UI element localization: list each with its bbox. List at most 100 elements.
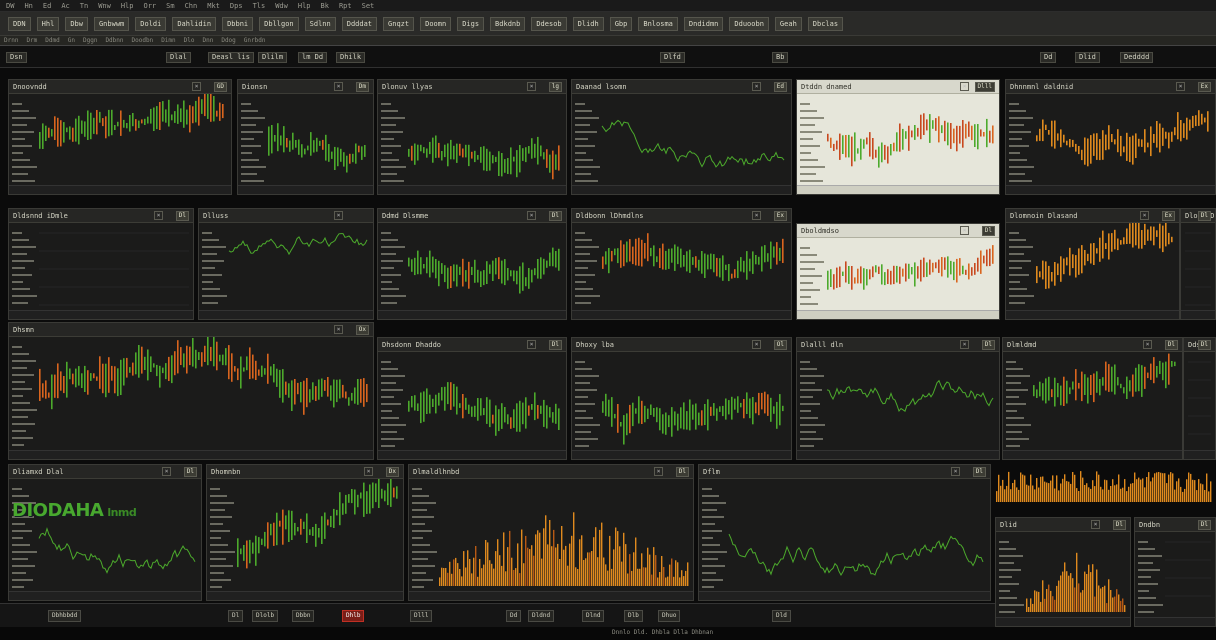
chart-panel[interactable]: Dndbn Dl [1134, 517, 1216, 627]
toolbar-button[interactable]: Dduoobn [729, 16, 769, 31]
chart-panel[interactable]: Dlid Dl × [995, 517, 1131, 627]
panel-tag-button[interactable]: Dl [548, 211, 562, 221]
price-chart[interactable] [238, 94, 373, 186]
menu-item[interactable]: Hlp [298, 2, 311, 10]
menu-item[interactable]: Hlp [121, 2, 134, 10]
toolbar-button[interactable]: Gnqzt [383, 16, 415, 31]
footer-button[interactable]: Dld [772, 610, 791, 622]
menu-item[interactable]: Sm [166, 2, 174, 10]
chart-panel[interactable]: DdsbnDl [1183, 337, 1216, 460]
price-chart[interactable] [1135, 532, 1215, 618]
subbar-item[interactable]: Dimn [161, 37, 175, 44]
subbar-item[interactable]: Ddog [221, 37, 235, 44]
toolbar-button[interactable]: Dbclas [807, 16, 844, 31]
price-chart[interactable] [1006, 94, 1215, 186]
close-icon[interactable]: × [334, 82, 343, 91]
menu-item[interactable]: Set [362, 2, 375, 10]
price-chart[interactable] [572, 352, 791, 451]
menu-item[interactable]: Mkt [207, 2, 220, 10]
toolbar-button[interactable]: Dbbni [222, 16, 254, 31]
footer-button[interactable]: Dlnd [582, 610, 605, 622]
subbar-item[interactable]: Gnrbdn [244, 37, 266, 44]
close-icon[interactable]: × [334, 325, 343, 334]
close-icon[interactable]: × [154, 211, 163, 220]
close-icon[interactable]: × [527, 211, 536, 220]
price-chart[interactable] [1181, 223, 1215, 311]
subbar-item[interactable]: Ddmd [45, 37, 59, 44]
toolbar-button[interactable]: Digs [457, 16, 485, 31]
close-icon[interactable]: × [1091, 520, 1100, 529]
subbar-item[interactable]: Drm [26, 37, 37, 44]
panel-tag-button[interactable]: Dl [981, 340, 995, 350]
close-icon[interactable]: × [752, 82, 761, 91]
price-chart[interactable] [378, 223, 566, 311]
price-chart[interactable] [1184, 352, 1215, 451]
close-icon[interactable]: × [752, 340, 761, 349]
menu-item[interactable]: Wdw [275, 2, 288, 10]
chart-toolbar-button[interactable]: lm Dd [298, 52, 328, 63]
price-chart[interactable] [9, 223, 193, 311]
chart-panel[interactable]: Dlluss × [198, 208, 374, 320]
close-icon[interactable]: × [527, 340, 536, 349]
close-icon[interactable]: × [654, 467, 663, 476]
price-chart[interactable] [409, 479, 693, 592]
price-chart[interactable] [9, 94, 231, 186]
menu-item[interactable]: DW [6, 2, 14, 10]
footer-button[interactable]: Dlll [410, 610, 433, 622]
chart-panel[interactable]: Dlalll dln Dl × [796, 337, 1000, 460]
menu-item[interactable]: Rpt [339, 2, 352, 10]
chart-panel[interactable]: Dlmldmd Dl × [1002, 337, 1183, 460]
chart-toolbar-button[interactable]: Dd [1040, 52, 1057, 63]
panel-tag-button[interactable]: Dl [1112, 520, 1126, 530]
toolbar-button[interactable]: Dahlidin [172, 16, 217, 31]
toolbar-button[interactable]: Geah [774, 16, 802, 31]
price-chart[interactable] [996, 532, 1130, 618]
footer-button[interactable]: Dd [506, 610, 522, 622]
price-chart[interactable] [378, 352, 566, 451]
chart-panel[interactable]: Dhoxy lba Ol × [571, 337, 792, 460]
toolbar-button[interactable]: Bdkdnb [490, 16, 526, 31]
toolbar-button[interactable]: Gnbwwm [93, 16, 130, 31]
close-icon[interactable]: × [334, 211, 343, 220]
chart-toolbar-button[interactable]: Bb [772, 52, 789, 63]
close-icon[interactable]: × [752, 211, 761, 220]
close-icon[interactable]: × [1140, 211, 1149, 220]
toolbar-button[interactable]: DDN [8, 16, 31, 31]
toolbar-button[interactable]: Ddesob [531, 16, 567, 31]
footer-button[interactable]: Dlolb [252, 610, 279, 622]
subbar-item[interactable]: Doodbn [132, 37, 154, 44]
panel-tag-button[interactable]: Dl [1197, 520, 1211, 530]
chart-panel[interactable]: Dhomnbn Dx × [206, 464, 404, 601]
price-chart[interactable] [572, 94, 791, 186]
toolbar-button[interactable]: Ddddat [341, 16, 378, 31]
chart-panel[interactable]: Dlmaldlhnbd Dl × [408, 464, 694, 601]
panel-tag-button[interactable]: Ex [1161, 211, 1175, 221]
close-icon[interactable]: × [364, 467, 373, 476]
panel-tag-button[interactable]: Ox [355, 325, 369, 335]
close-icon[interactable]: × [162, 467, 171, 476]
chart-toolbar-button[interactable]: Dlfd [660, 52, 685, 63]
chart-panel[interactable]: Daanad lsomn Ed × [571, 79, 792, 195]
close-icon[interactable]: × [1143, 340, 1152, 349]
panel-tag-button[interactable]: GD [213, 82, 227, 92]
subbar-item[interactable]: Dnn [202, 37, 213, 44]
chart-toolbar-button[interactable]: Dsn [6, 52, 27, 63]
menu-item[interactable]: Ed [43, 2, 51, 10]
chart-panel[interactable]: Ddmd Dlsmme Dl × [377, 208, 567, 320]
chart-toolbar-button[interactable]: Dhilk [336, 52, 366, 63]
footer-button[interactable]: Dbbn [292, 610, 315, 622]
price-chart[interactable] [797, 352, 999, 451]
menu-item[interactable]: Hn [24, 2, 32, 10]
menu-item[interactable]: Bk [321, 2, 329, 10]
footer-button[interactable]: Dlb [624, 610, 643, 622]
chart-panel[interactable]: Dhsdonn Dhaddo Dl × [377, 337, 567, 460]
chart-panel[interactable]: Dnoovndd GD × [8, 79, 232, 195]
panel-tag-button[interactable]: Dl [981, 226, 995, 236]
panel-tag-button[interactable]: Dx [385, 467, 399, 477]
menu-item[interactable]: Dps [230, 2, 243, 10]
chart-panel[interactable]: Dhnnmnl daldnid Ex × [1005, 79, 1216, 195]
panel-tag-button[interactable]: Dl [183, 467, 197, 477]
close-icon[interactable]: × [1176, 82, 1185, 91]
close-icon[interactable]: × [960, 340, 969, 349]
price-chart[interactable] [207, 479, 403, 592]
